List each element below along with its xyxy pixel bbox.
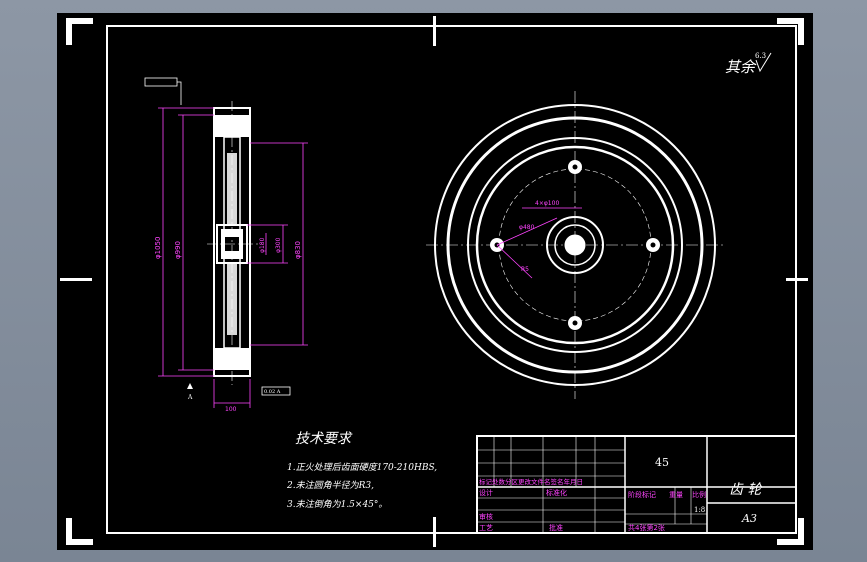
tb-review: 审核	[479, 512, 493, 521]
tb-standardize: 标准化	[546, 488, 567, 497]
tech-item-1: 1.正火处理后齿面硬度170-210HBS,	[287, 462, 437, 473]
cad-canvas: 其余 6.3 φ1050 φ990 φ830 φ300 φ180 100 0.0…	[60, 16, 808, 547]
front-view	[426, 91, 724, 399]
tb-weight: 重量	[669, 491, 683, 499]
tb-design: 设计	[479, 488, 493, 497]
dim-d1: φ1050	[154, 237, 162, 259]
dim-radius: R5	[521, 266, 529, 273]
title-block-text: 45 齿 轮 A3 1:8 标记处数分区更改文件名签名年月日 设计 标准化 阶段…	[479, 456, 763, 532]
tb-approve: 批准	[549, 523, 563, 532]
tb-ratio: 比例	[692, 490, 706, 499]
dim-d4: φ300	[275, 237, 282, 253]
dim-width: 100	[225, 406, 237, 413]
tech-item-2: 2.未注圆角半径为R3,	[286, 480, 374, 491]
tb-part-name: 齿 轮	[729, 482, 763, 498]
tol-frame-bottom: 0.02 A	[264, 389, 281, 395]
tb-process: 工艺	[479, 524, 493, 532]
tb-material: 45	[655, 456, 669, 469]
dim-d3: φ830	[294, 241, 302, 259]
dim-d2: φ990	[174, 241, 182, 259]
roughness-note: 其余	[725, 58, 757, 76]
tb-sheet-size: A3	[741, 512, 757, 525]
tech-requirements: 技术要求 1.正火处理后齿面硬度170-210HBS, 2.未注圆角半径为R3,…	[286, 431, 437, 510]
datum-triangle	[187, 383, 193, 389]
tech-item-3: 3.未注倒角为1.5×45°。	[287, 499, 387, 510]
datum-label: A	[187, 394, 193, 401]
drawing-sheet: 其余 6.3 φ1050 φ990 φ830 φ300 φ180 100 0.0…	[57, 13, 813, 550]
tb-stage-mark: 阶段标记	[628, 490, 656, 499]
tech-title: 技术要求	[295, 431, 353, 447]
section-view	[207, 101, 262, 385]
roughness-value: 6.3	[755, 52, 766, 60]
dim-pcd: φ480	[519, 224, 535, 231]
tb-sheet-count: 共4张第2张	[628, 523, 665, 532]
tb-revision-header: 标记处数分区更改文件名签名年月日	[479, 477, 583, 486]
dim-hole: 4×φ100	[535, 200, 559, 207]
tb-scale: 1:8	[694, 506, 705, 514]
dim-d5: φ180	[259, 237, 266, 253]
